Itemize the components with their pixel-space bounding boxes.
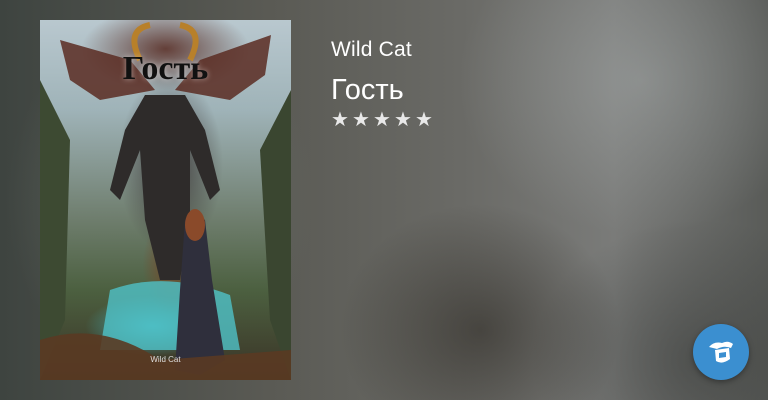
star-icon: ★ — [331, 109, 349, 131]
reader-button[interactable] — [693, 324, 749, 380]
star-icon: ★ — [352, 109, 370, 131]
book-title: Гость — [331, 74, 404, 106]
star-icon: ★ — [373, 109, 391, 131]
reader-hat-icon — [709, 341, 733, 363]
star-icon: ★ — [394, 109, 412, 131]
rating-stars: ★ ★ ★ ★ ★ — [331, 109, 433, 131]
cover-title: Гость — [122, 50, 209, 87]
star-icon: ★ — [415, 109, 433, 131]
book-author[interactable]: Wild Cat — [331, 38, 412, 62]
book-cover[interactable]: Гость Wild Cat — [40, 20, 291, 380]
cover-author: Wild Cat — [150, 355, 181, 364]
